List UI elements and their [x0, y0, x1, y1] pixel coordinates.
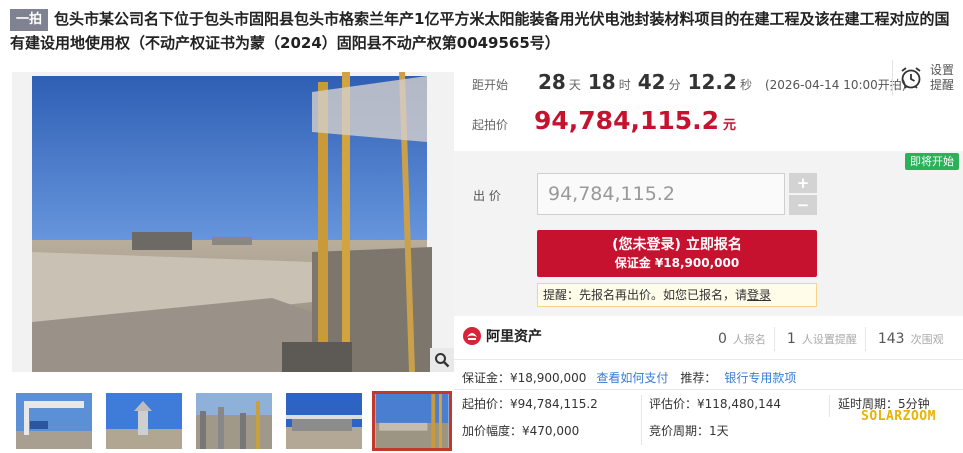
thumbnail[interactable] — [106, 393, 182, 449]
thumbnail-selected[interactable] — [372, 391, 452, 451]
stat-signups-count: 0 — [718, 331, 727, 347]
bid-label: 出 价 — [473, 189, 501, 203]
login-tip: 提醒：先报名再出价。如您已报名，请登录 — [537, 283, 817, 307]
alarm-clock-icon — [901, 67, 921, 89]
stat-reminders: 1 人设置提醒 — [773, 327, 865, 351]
signup-button-label: (您未登录) 立即报名 — [612, 237, 742, 253]
bid-panel: 即将开始 出 价 94,784,115.2 + − (您未登录) 立即报名 保证… — [454, 151, 963, 316]
how-to-pay-link[interactable]: 查看如何支付 — [596, 369, 668, 386]
info-appraisal: 评估价：¥118,480,144 — [649, 397, 781, 411]
countdown-days: 28 — [538, 70, 566, 94]
set-reminder-button[interactable]: 设置提醒 — [892, 60, 958, 96]
status-badge: 即将开始 — [905, 153, 959, 170]
stat-signups: 0 人报名 — [706, 327, 774, 351]
platform-name: 阿里资产 — [486, 329, 542, 345]
set-reminder-label: 设置提醒 — [930, 63, 955, 92]
zoom-button[interactable] — [430, 348, 454, 372]
countdown-seconds-unit: 秒 — [739, 78, 752, 92]
start-price-unit: 元 — [723, 118, 737, 133]
construction-site-photo — [32, 72, 432, 372]
platform-brand[interactable]: 阿里资产 — [462, 326, 542, 346]
thumbnail[interactable] — [196, 393, 272, 449]
page-title: 一拍 包头市某公司名下位于包头市固阳县包头市格索兰年产1亿平方米太阳能装备用光伏电… — [10, 7, 958, 55]
info-start-price: 起拍价：¥94,784,115.2 — [462, 397, 598, 411]
info-bid-period: 竞价周期：1天 — [649, 424, 729, 438]
divider — [454, 359, 963, 360]
stat-reminders-label: 人设置提醒 — [801, 333, 857, 346]
countdown: 距开始 28 天 18 时 42 分 12.2 秒 (2026-04-14 10:00开… — [472, 70, 906, 96]
stat-views-label: 次围观 — [910, 333, 944, 346]
countdown-seconds: 12.2 — [687, 70, 737, 94]
countdown-hours: 18 — [587, 70, 616, 94]
bid-amount-input[interactable]: 94,784,115.2 — [537, 173, 785, 215]
stat-views-count: 143 — [877, 331, 905, 347]
info-increment: 加价幅度：¥470,000 — [462, 424, 580, 438]
auction-stats: 0 人报名 1 人设置提醒 143 次围观 — [706, 324, 952, 354]
divider — [829, 395, 830, 417]
login-tip-text: 提醒：先报名再出价。如您已报名，请 — [543, 288, 748, 302]
thumbnail[interactable] — [16, 393, 92, 449]
start-time-note: (2026-04-14 10:00开拍) — [764, 78, 907, 92]
decrease-bid-button[interactable]: − — [789, 195, 817, 215]
login-link[interactable]: 登录 — [747, 288, 771, 302]
auction-round-badge: 一拍 — [10, 9, 49, 31]
countdown-minutes: 42 — [637, 70, 666, 94]
bank-account-link[interactable]: 银行专用款项 — [724, 369, 796, 386]
stat-signups-label: 人报名 — [732, 333, 766, 346]
page-title-text: 包头市某公司名下位于包头市固阳县包头市格索兰年产1亿平方米太阳能装备用光伏电池封… — [10, 10, 950, 52]
signup-button[interactable]: (您未登录) 立即报名 保证金 ¥18,900,000 — [537, 230, 817, 277]
countdown-minutes-unit: 分 — [668, 78, 681, 92]
watermark: SOLARZOOM — [861, 409, 936, 424]
countdown-label: 距开始 — [472, 78, 509, 92]
countdown-days-unit: 天 — [568, 78, 581, 92]
thumbnail-strip — [12, 391, 462, 451]
start-price: 起拍价 94,784,115.2 元 — [472, 106, 736, 135]
deposit-row: 保证金：¥18,900,000 查看如何支付 推荐： 银行专用款项 — [462, 369, 796, 386]
bid-stepper: + − — [789, 173, 817, 215]
recommend-label: 推荐： — [680, 371, 717, 385]
deposit-amount: 保证金：¥18,900,000 — [462, 371, 587, 385]
stat-views: 143 次围观 — [864, 327, 952, 351]
thumbnail[interactable] — [286, 393, 362, 449]
signup-deposit-label: 保证金 ¥18,900,000 — [614, 256, 740, 270]
divider — [454, 389, 963, 390]
stat-reminders-count: 1 — [786, 331, 796, 347]
divider — [641, 395, 642, 445]
magnifier-icon — [435, 353, 450, 368]
start-price-value: 94,784,115.2 — [534, 106, 720, 135]
ali-asset-logo — [463, 327, 481, 345]
start-price-label: 起拍价 — [472, 118, 509, 132]
main-photo[interactable] — [12, 72, 454, 372]
increase-bid-button[interactable]: + — [789, 173, 817, 193]
countdown-hours-unit: 时 — [618, 78, 631, 92]
